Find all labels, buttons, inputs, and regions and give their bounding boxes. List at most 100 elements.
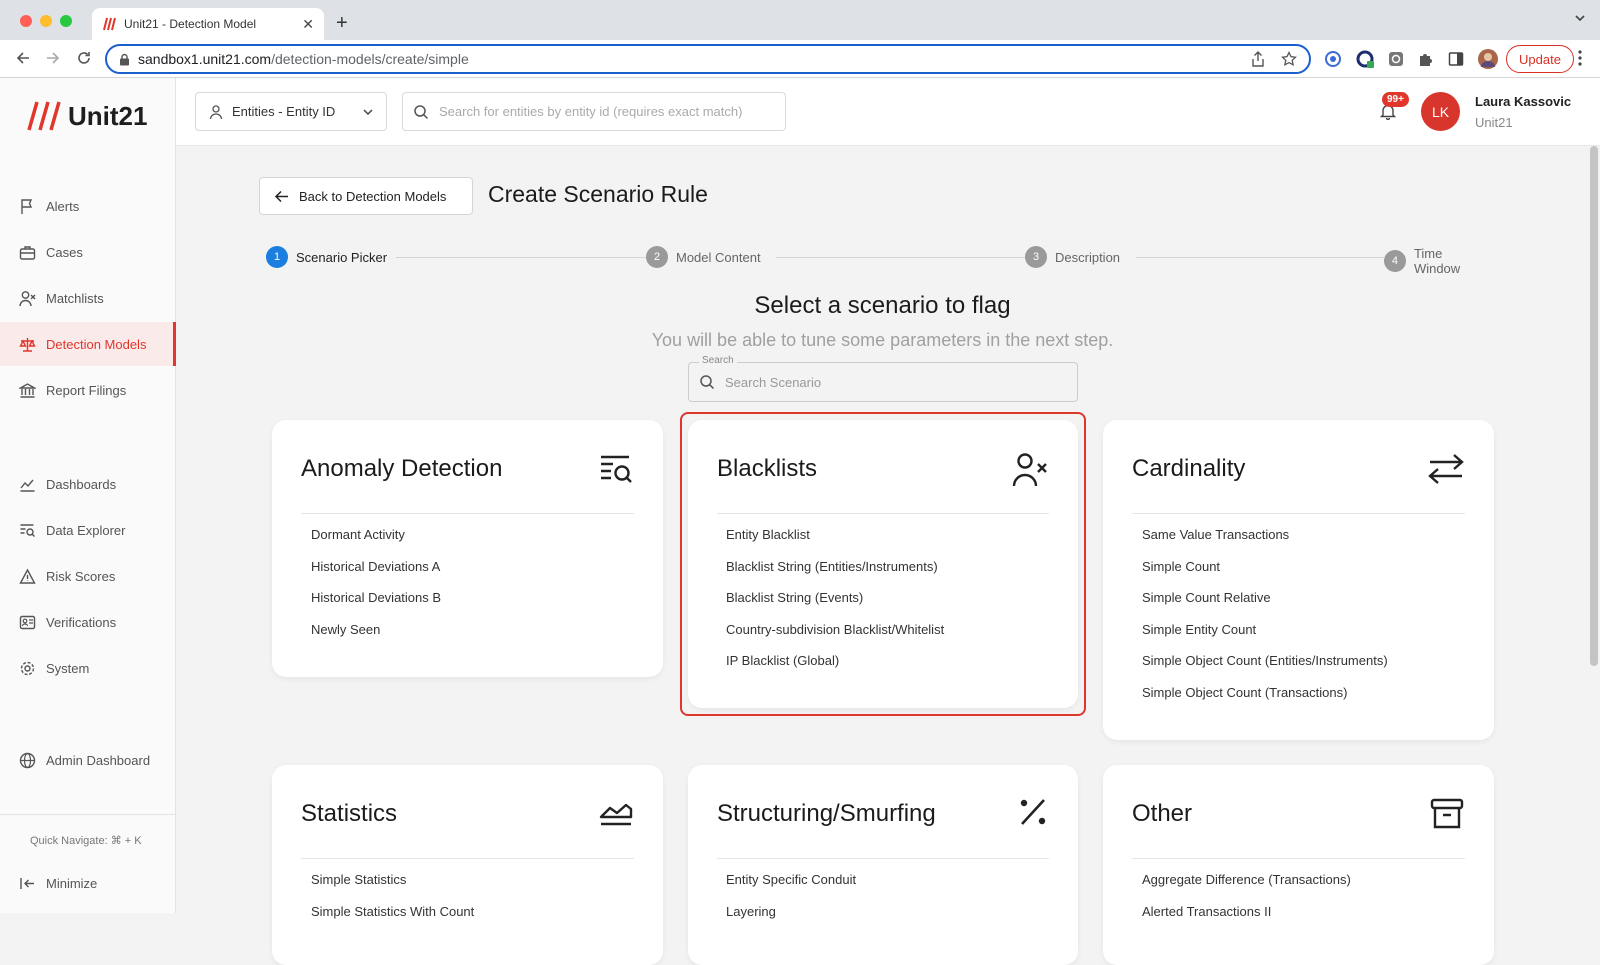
scenario-aggregate-difference[interactable]: Aggregate Difference (Transactions) xyxy=(1142,873,1351,905)
browser-tab-strip: Unit21 - Detection Model ✕ + xyxy=(0,0,1600,40)
forward-arrow-icon[interactable] xyxy=(44,49,62,67)
address-bar[interactable]: sandbox1.unit21.com/detection-models/cre… xyxy=(105,44,1311,74)
sidebar-item-report-filings[interactable]: Report Filings xyxy=(0,368,176,412)
minimize-sidebar-button[interactable]: Minimize xyxy=(0,861,176,905)
scenario-simple-object-count-entities[interactable]: Simple Object Count (Entities/Instrument… xyxy=(1142,654,1388,686)
list-search-icon xyxy=(19,522,36,539)
sidebar-item-label: System xyxy=(46,660,90,676)
extension-globe-icon[interactable] xyxy=(1324,50,1342,68)
sidebar-item-label: Risk Scores xyxy=(46,568,116,584)
back-arrow-icon[interactable] xyxy=(14,49,32,67)
card-anomaly-detection: Anomaly Detection Dormant Activity Histo… xyxy=(272,420,663,677)
scenario-dormant-activity[interactable]: Dormant Activity xyxy=(311,528,441,560)
step-connector xyxy=(776,257,1026,258)
scenario-historical-deviations-b[interactable]: Historical Deviations B xyxy=(311,591,441,623)
step-time-window: 4 Time Window xyxy=(1384,246,1500,276)
side-panel-icon[interactable] xyxy=(1448,51,1464,67)
sidebar-item-admin-dashboard[interactable]: Admin Dashboard xyxy=(0,738,176,782)
page-title: Create Scenario Rule xyxy=(488,181,708,207)
step-connector xyxy=(396,257,646,258)
sidebar-item-dashboards[interactable]: Dashboards xyxy=(0,462,176,506)
list-search-icon xyxy=(599,452,633,486)
step-scenario-picker: 1 Scenario Picker xyxy=(266,246,396,268)
back-to-detection-models-button[interactable]: Back to Detection Models xyxy=(259,177,473,215)
close-window-button[interactable] xyxy=(20,15,32,27)
search-icon xyxy=(699,374,715,390)
sidebar-item-label: Alerts xyxy=(46,198,80,214)
chevron-down-icon xyxy=(362,106,374,118)
sidebar-item-label: Admin Dashboard xyxy=(46,752,151,768)
page-scrollbar[interactable] xyxy=(1590,146,1598,666)
extension-shield-icon[interactable] xyxy=(1388,51,1404,67)
scenario-simple-statistics[interactable]: Simple Statistics xyxy=(311,873,474,905)
arrows-swap-icon xyxy=(1428,452,1464,486)
extensions-puzzle-icon[interactable] xyxy=(1418,51,1434,67)
entity-type-select[interactable]: Entities - Entity ID xyxy=(195,92,387,131)
scenario-simple-count-relative[interactable]: Simple Count Relative xyxy=(1142,591,1388,623)
bookmark-star-icon[interactable] xyxy=(1281,51,1297,67)
step-label: Time Window xyxy=(1413,246,1461,276)
unit21-favicon-icon xyxy=(102,17,116,31)
reload-icon[interactable] xyxy=(75,49,93,67)
new-tab-button[interactable]: + xyxy=(336,12,348,35)
url-path: /detection-models/create/simple xyxy=(271,51,469,67)
zoom-window-button[interactable] xyxy=(60,15,72,27)
scenario-subheading: You will be able to tune some parameters… xyxy=(651,330,1114,350)
card-other: Other Aggregate Difference (Transactions… xyxy=(1103,765,1494,965)
sidebar-item-system[interactable]: System xyxy=(0,646,176,690)
scenario-search[interactable]: Search xyxy=(688,355,1078,402)
scenario-newly-seen[interactable]: Newly Seen xyxy=(311,622,441,655)
unit21-logo[interactable]: Unit21 xyxy=(26,100,147,132)
scenario-simple-statistics-with-count[interactable]: Simple Statistics With Count xyxy=(311,904,474,937)
extensions-area xyxy=(1324,49,1498,69)
logo-text: Unit21 xyxy=(68,100,148,131)
tab-close-icon[interactable]: ✕ xyxy=(302,16,314,33)
entity-search-input[interactable] xyxy=(439,104,769,119)
scenario-simple-object-count-transactions[interactable]: Simple Object Count (Transactions) xyxy=(1142,685,1388,718)
gear-icon xyxy=(19,660,36,677)
scenario-alerted-transactions-ii[interactable]: Alerted Transactions II xyxy=(1142,904,1351,937)
sidebar-item-risk-scores[interactable]: Risk Scores xyxy=(0,554,176,598)
entity-search[interactable] xyxy=(402,92,786,131)
card-title: Statistics xyxy=(301,800,398,827)
step-number: 4 xyxy=(1384,250,1406,272)
step-model-content: 2 Model Content xyxy=(646,246,769,268)
avatar[interactable]: LK xyxy=(1421,92,1460,131)
scenario-layering[interactable]: Layering xyxy=(726,904,856,937)
minimize-window-button[interactable] xyxy=(40,15,52,27)
card-statistics: Statistics Simple Statistics Simple Stat… xyxy=(272,765,663,965)
step-description: 3 Description xyxy=(1025,246,1129,268)
step-label: Scenario Picker xyxy=(296,249,388,265)
archive-icon xyxy=(1430,797,1464,831)
sidebar-item-verifications[interactable]: Verifications xyxy=(0,600,176,644)
scenario-historical-deviations-a[interactable]: Historical Deviations A xyxy=(311,559,441,592)
card-divider xyxy=(301,513,634,514)
profile-avatar-icon[interactable] xyxy=(1478,49,1498,69)
back-button-label: Back to Detection Models xyxy=(299,188,447,204)
entity-select-label: Entities - Entity ID xyxy=(232,104,336,119)
sidebar-item-alerts[interactable]: Alerts xyxy=(0,184,176,228)
card-cardinality: Cardinality Same Value Transactions Simp… xyxy=(1103,420,1494,740)
notification-count-badge: 99+ xyxy=(1382,92,1409,107)
sidebar-divider xyxy=(0,814,176,815)
scenario-search-input[interactable] xyxy=(725,374,1055,390)
share-icon[interactable] xyxy=(1251,51,1265,67)
sidebar-item-cases[interactable]: Cases xyxy=(0,230,176,274)
step-number: 2 xyxy=(646,246,668,268)
tab-search-chevron-icon[interactable] xyxy=(1574,12,1586,24)
scenario-simple-count[interactable]: Simple Count xyxy=(1142,559,1388,592)
browser-tab[interactable]: Unit21 - Detection Model ✕ xyxy=(92,8,324,40)
scenario-same-value-transactions[interactable]: Same Value Transactions xyxy=(1142,528,1388,560)
card-title: Anomaly Detection xyxy=(301,455,503,482)
scenario-entity-specific-conduit[interactable]: Entity Specific Conduit xyxy=(726,873,856,905)
tab-title: Unit21 - Detection Model xyxy=(124,17,257,31)
step-label: Description xyxy=(1055,249,1121,265)
extension-circle-icon[interactable] xyxy=(1356,50,1374,68)
sidebar-item-label: Report Filings xyxy=(46,382,127,398)
browser-menu-icon[interactable] xyxy=(1578,50,1582,66)
chrome-update-button[interactable]: Update xyxy=(1506,45,1574,73)
unit21-logo-mark-icon xyxy=(26,100,62,132)
scenario-simple-entity-count[interactable]: Simple Entity Count xyxy=(1142,622,1388,655)
sidebar-item-data-explorer[interactable]: Data Explorer xyxy=(0,508,176,552)
minimize-label: Minimize xyxy=(46,875,98,891)
